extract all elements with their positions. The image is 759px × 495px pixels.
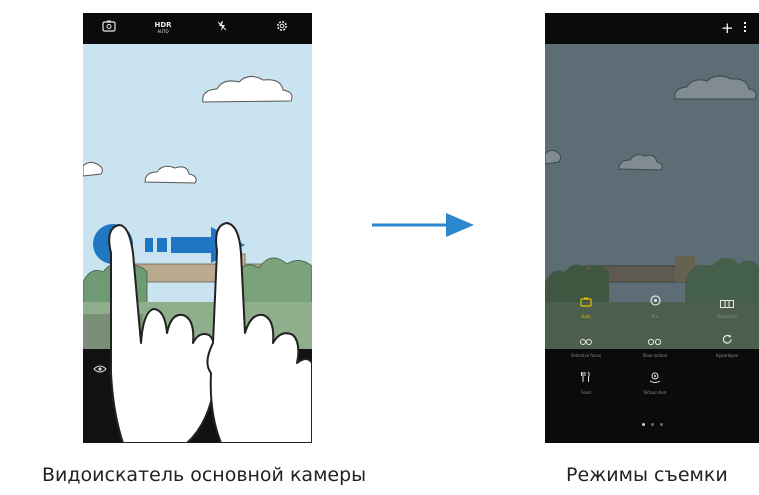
hyperlapse-icon[interactable] — [717, 334, 737, 348]
mode-label-selective-focus: Selective focus — [570, 353, 602, 358]
shooting-modes-screen: + Auto Pro Panorama Selective focus Slow… — [545, 13, 759, 443]
mode-label-auto: Auto — [581, 314, 591, 319]
page-dot-3[interactable] — [660, 423, 663, 426]
modes-bottom-panel: Selective focus Slow motion Hyperlapse F… — [545, 349, 759, 443]
transition-arrow-icon — [372, 213, 474, 237]
virtual-shot-icon[interactable] — [645, 371, 665, 386]
selective-focus-icon[interactable] — [576, 335, 596, 349]
dimmed-viewfinder-preview: Auto Pro Panorama — [545, 44, 759, 349]
caption-main-camera-viewfinder: Видоискатель основной камеры — [42, 464, 367, 486]
auto-mode-icon[interactable] — [576, 296, 596, 310]
modes-top-bar: + — [545, 13, 759, 44]
pro-mode-icon[interactable] — [645, 295, 665, 309]
mode-label-food: Food — [581, 390, 591, 395]
slow-motion-icon[interactable] — [645, 335, 665, 349]
mode-label-slow-motion: Slow motion — [642, 353, 668, 358]
mode-label-virtual-shot: Virtual shot — [643, 390, 667, 395]
add-icon[interactable]: + — [721, 20, 734, 36]
food-mode-icon[interactable] — [576, 371, 596, 386]
page-dot-1[interactable] — [642, 423, 645, 426]
mode-label-hyperlapse: Hyperlapse — [715, 353, 739, 358]
mode-label-pro: Pro — [651, 314, 659, 319]
page-dot-2[interactable] — [651, 423, 654, 426]
swipe-gesture-hand-illustration — [108, 222, 312, 443]
page-indicator[interactable] — [642, 423, 666, 427]
main-camera-viewfinder-screen: HDR AUTO — [83, 13, 312, 443]
mode-label-panorama: Panorama — [716, 314, 738, 319]
caption-shooting-modes: Режимы съемки — [566, 464, 728, 486]
more-options-icon[interactable] — [744, 22, 747, 32]
panorama-mode-icon[interactable] — [717, 297, 737, 311]
